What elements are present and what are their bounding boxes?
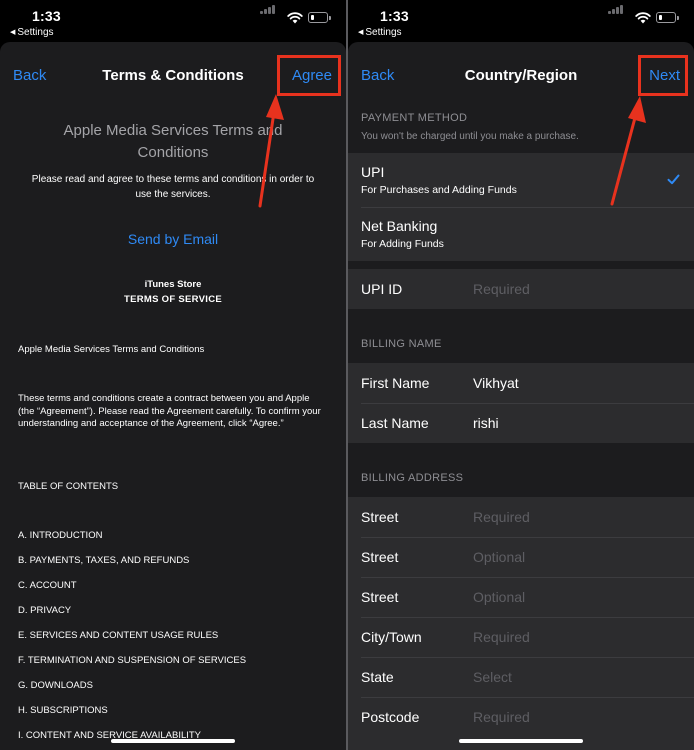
first-name-label: First Name [361, 375, 430, 391]
agree-highlight-box [277, 55, 341, 96]
back-to-settings[interactable]: ◀ Settings [358, 27, 402, 38]
upi-id-input[interactable]: Required [473, 281, 530, 297]
first-name-input[interactable]: Vikhyat [473, 375, 519, 391]
street-input[interactable]: Optional [473, 549, 525, 565]
terms-sheet: Back Terms & Conditions Agree Apple Medi… [0, 42, 346, 750]
billing-address-header: BILLING ADDRESS [361, 472, 464, 484]
home-indicator[interactable] [111, 739, 235, 743]
status-time: 1:33 [32, 8, 61, 24]
toc-item[interactable]: H. SUBSCRIPTIONS [18, 705, 326, 718]
next-highlight-box [638, 55, 688, 96]
wifi-icon [287, 12, 303, 24]
street-label: Street [361, 549, 399, 565]
arrow-annotation-icon [258, 94, 284, 208]
toc-heading: TABLE OF CONTENTS [18, 481, 119, 492]
terms-screen: 1:33 ◀ Settings Back Terms & Conditions A… [0, 0, 346, 750]
back-triangle-icon: ◀ [358, 29, 364, 36]
payment-option-subtitle: For Adding Funds [361, 238, 444, 250]
street-label: Street [361, 589, 399, 605]
toc-item[interactable]: E. SERVICES AND CONTENT USAGE RULES [18, 630, 326, 643]
last-name-row: Last Name rishi [348, 403, 694, 443]
state-label: State [361, 669, 394, 685]
street-row: Street Optional [348, 537, 694, 577]
last-name-input[interactable]: rishi [473, 415, 499, 431]
status-bar: 1:33 ◀ Settings [0, 0, 346, 44]
document-heading: Apple Media Services Terms and Condition… [18, 344, 205, 355]
street-label: Street [361, 509, 399, 525]
billing-address-group: Street Required Street Optional Street O… [348, 497, 694, 750]
send-by-email-link[interactable]: Send by Email [0, 231, 346, 247]
battery-icon [308, 12, 331, 23]
state-row: State Select [348, 657, 694, 697]
street-row: Street Required [348, 497, 694, 537]
state-select[interactable]: Select [473, 669, 512, 685]
home-indicator[interactable] [459, 739, 583, 743]
terms-of-service-label: TERMS OF SERVICE [123, 294, 223, 305]
checkmark-icon [667, 174, 680, 185]
street-input[interactable]: Optional [473, 589, 525, 605]
status-time: 1:33 [380, 8, 409, 24]
city-label: City/Town [361, 629, 422, 645]
payment-method-header: PAYMENT METHOD [361, 112, 468, 124]
city-input[interactable]: Required [473, 629, 530, 645]
payment-option-title: Net Banking [361, 218, 438, 234]
status-icons [608, 5, 679, 26]
payment-option-subtitle: For Purchases and Adding Funds [361, 184, 517, 196]
back-to-settings[interactable]: ◀ Settings [10, 27, 54, 38]
back-app-label: Settings [365, 27, 402, 38]
toc-item[interactable]: A. INTRODUCTION [18, 530, 326, 543]
status-icons [260, 5, 331, 26]
billing-name-group: First Name Vikhyat Last Name rishi [348, 363, 694, 443]
payment-option-net-banking[interactable]: Net Banking For Adding Funds [348, 207, 694, 261]
country-region-screen: 1:33 ◀ Settings Back Country/Region Next … [348, 0, 694, 750]
toc-item[interactable]: D. PRIVACY [18, 605, 326, 618]
status-bar: 1:33 ◀ Settings [348, 0, 694, 44]
postcode-input[interactable]: Required [473, 709, 530, 725]
last-name-label: Last Name [361, 415, 429, 431]
arrow-annotation-icon [610, 96, 646, 206]
street-input[interactable]: Required [473, 509, 530, 525]
payment-option-title: UPI [361, 164, 385, 180]
postcode-label: Postcode [361, 709, 420, 725]
back-triangle-icon: ◀ [10, 29, 16, 36]
payment-method-note: You won't be charged until you make a pu… [361, 131, 579, 142]
battery-icon [656, 12, 679, 23]
toc-item[interactable]: G. DOWNLOADS [18, 680, 326, 693]
store-name: iTunes Store [144, 279, 202, 290]
toc-item[interactable]: B. PAYMENTS, TAXES, AND REFUNDS [18, 555, 326, 568]
upi-id-label: UPI ID [361, 281, 403, 297]
street-row: Street Optional [348, 577, 694, 617]
toc-item[interactable]: C. ACCOUNT [18, 580, 326, 593]
back-app-label: Settings [17, 27, 54, 38]
wifi-icon [635, 12, 651, 24]
first-name-row: First Name Vikhyat [348, 363, 694, 403]
document-paragraph: These terms and conditions create a cont… [18, 393, 321, 429]
upi-id-group: UPI ID Required [348, 269, 694, 309]
billing-name-header: BILLING NAME [361, 338, 442, 350]
toc-item[interactable]: F. TERMINATION AND SUSPENSION OF SERVICE… [18, 655, 326, 668]
city-row: City/Town Required [348, 617, 694, 657]
postcode-row: Postcode Required [348, 697, 694, 737]
